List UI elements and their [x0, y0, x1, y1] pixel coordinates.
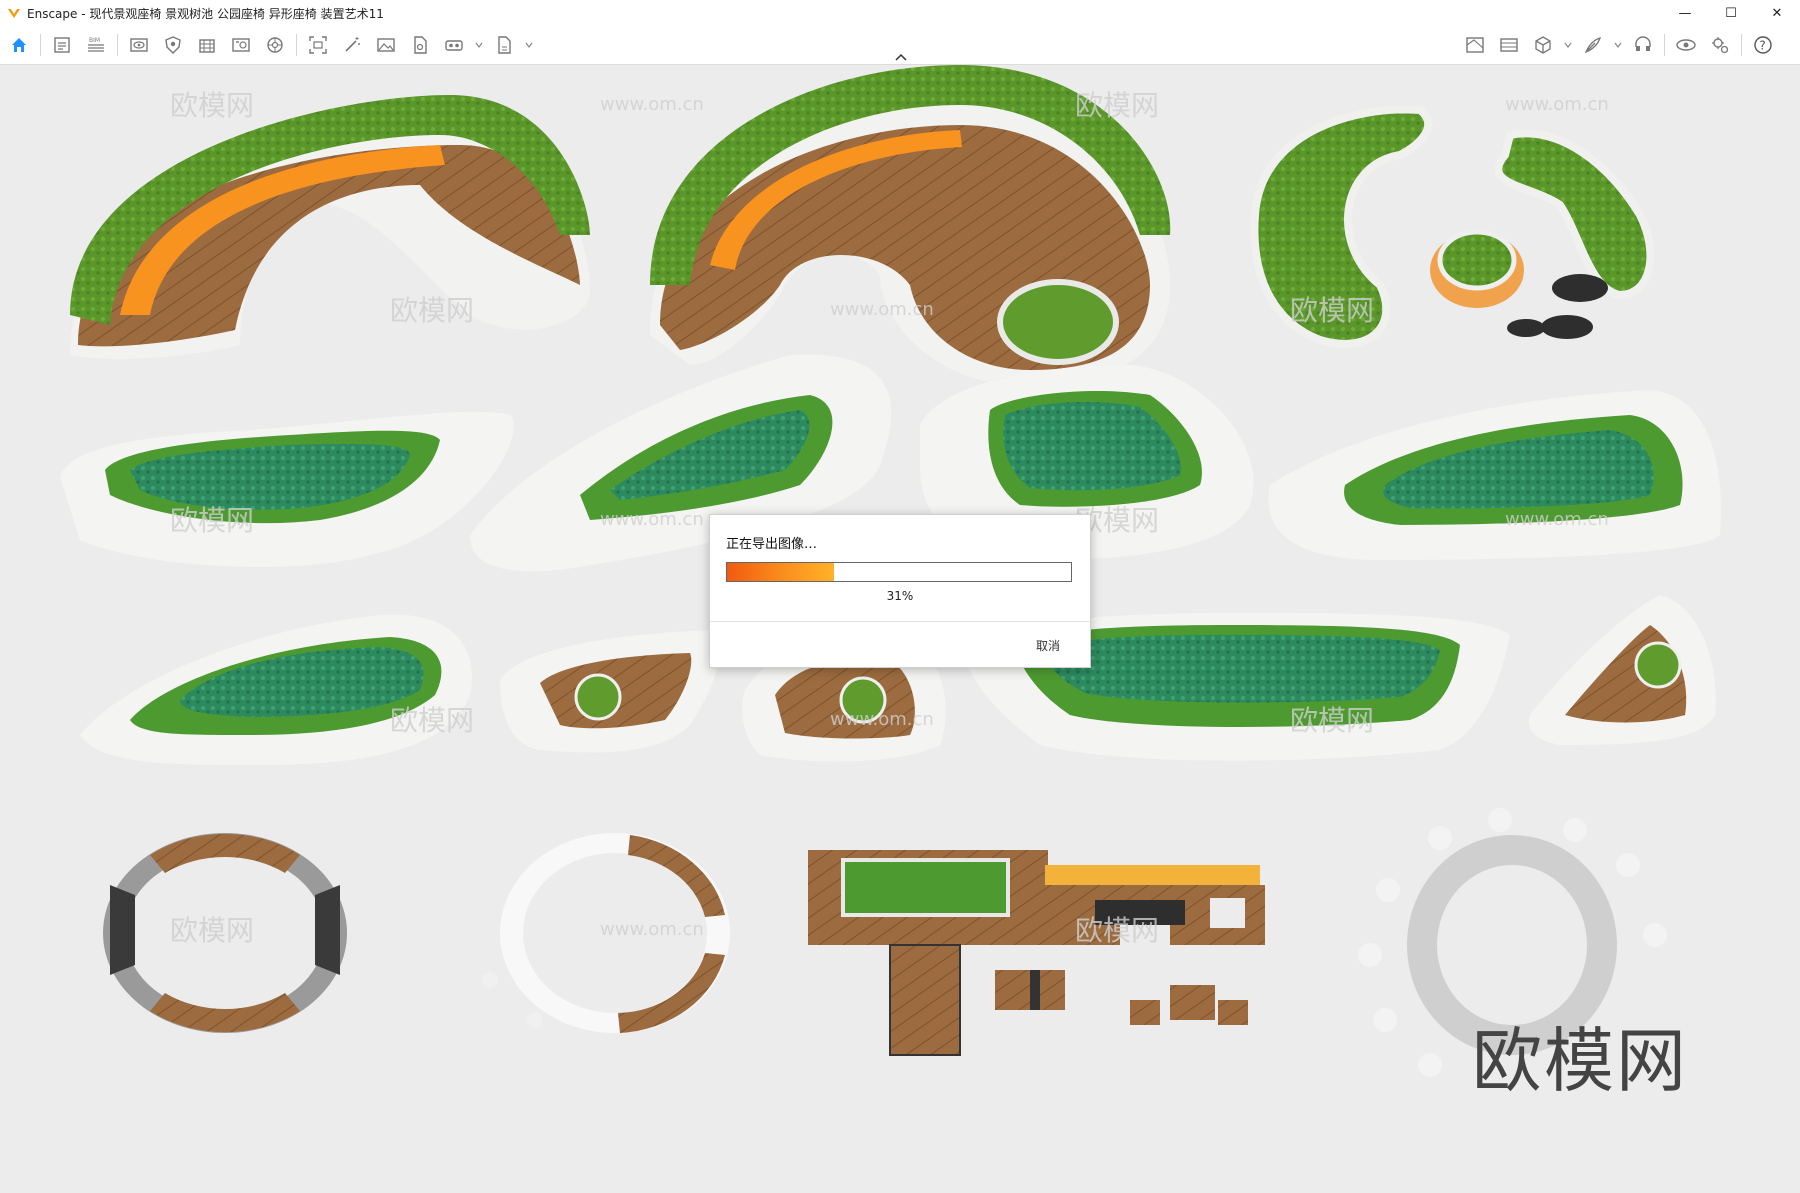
cancel-button[interactable]: 取消 [1036, 637, 1060, 654]
chevron-down-icon[interactable] [1610, 26, 1626, 64]
file-export-icon[interactable] [403, 26, 437, 64]
minimize-button[interactable]: — [1662, 0, 1708, 26]
window-controls: — ☐ ✕ [1662, 0, 1800, 26]
tree-pool-model [60, 411, 514, 567]
export-progress-dialog: 正在导出图像… 31% 取消 [709, 514, 1091, 668]
watermark-url: www.om.cn [830, 299, 934, 320]
vr-headset-icon[interactable] [437, 26, 471, 64]
settings-wheel-icon[interactable] [258, 26, 292, 64]
shield-icon[interactable] [156, 26, 190, 64]
watermark-text: 欧模网 [1075, 914, 1159, 947]
toolbar-separator [1664, 34, 1665, 56]
image-gallery-icon[interactable] [224, 26, 258, 64]
watermark-text: 欧模网 [170, 504, 254, 537]
watermark-url: www.om.cn [1505, 509, 1609, 530]
visibility-eye-icon[interactable] [1669, 26, 1703, 64]
progress-percent: 31% [886, 589, 914, 603]
bench-set-model [808, 850, 1265, 1056]
watermark-text: 欧模网 [170, 89, 254, 122]
headset-icon[interactable] [1626, 26, 1660, 64]
watermark-url: www.om.cn [600, 919, 704, 940]
feather-icon[interactable] [1576, 26, 1610, 64]
toolbar-separator [296, 34, 297, 56]
chevron-down-icon[interactable] [521, 26, 537, 64]
help-icon[interactable]: ? [1746, 26, 1780, 64]
tree-pool-model [80, 614, 472, 765]
watermark-url: www.om.cn [830, 709, 934, 730]
wood-bench-planter-model [500, 630, 721, 753]
svg-text:BIM: BIM [89, 37, 100, 44]
maximize-button[interactable]: ☐ [1708, 0, 1754, 26]
wood-bench-planter-model [1528, 595, 1716, 745]
capture-icon[interactable] [301, 26, 335, 64]
magic-wand-icon[interactable] [335, 26, 369, 64]
help-label: ? [1759, 39, 1765, 53]
chevron-down-icon[interactable] [471, 26, 487, 64]
building-icon[interactable] [190, 26, 224, 64]
document-icon[interactable] [45, 26, 79, 64]
dialog-title: 正在导出图像… [726, 537, 818, 552]
window-title: Enscape - 现代景观座椅 景观树池 公园座椅 异形座椅 装置艺术11 [27, 6, 384, 21]
bim-icon[interactable]: BIM [79, 26, 113, 64]
watermark-text: 欧模网 [1290, 294, 1374, 327]
export-doc-icon[interactable] [487, 26, 521, 64]
landscape-image-icon[interactable] [369, 26, 403, 64]
watermark-url: www.om.cn [600, 94, 704, 115]
close-button[interactable]: ✕ [1754, 0, 1800, 26]
watermark-text: 欧模网 [1075, 89, 1159, 122]
title-bar: Enscape - 现代景观座椅 景观树池 公园座椅 异形座椅 装置艺术11 —… [0, 0, 1800, 26]
toolbar-separator [40, 34, 41, 56]
watermark-text: 欧模网 [390, 704, 474, 737]
toolbar-separator [117, 34, 118, 56]
curved-bench-model [70, 95, 590, 360]
brand-watermark: 欧模网 [1472, 1020, 1688, 1102]
collapse-toolbar-caret-icon[interactable] [889, 50, 913, 64]
dialog-divider [710, 621, 1090, 622]
enscape-logo-icon [8, 9, 20, 18]
toolbar-right-group: ? [1458, 26, 1780, 64]
watermark-url: www.om.cn [1505, 94, 1609, 115]
watermark-text: 欧模网 [170, 914, 254, 947]
watermark-text: 欧模网 [390, 294, 474, 327]
home-icon[interactable] [2, 26, 36, 64]
eye-view-icon[interactable] [122, 26, 156, 64]
cube-icon[interactable] [1526, 26, 1560, 64]
tree-pool-model [1268, 390, 1721, 560]
toolbar-left-group: BIM [2, 26, 537, 64]
export-progress-bar [726, 562, 1072, 582]
panorama-icon[interactable] [1492, 26, 1526, 64]
gear-settings-icon[interactable] [1703, 26, 1737, 64]
map-icon[interactable] [1458, 26, 1492, 64]
progress-fill [727, 563, 834, 581]
chevron-down-icon[interactable] [1560, 26, 1576, 64]
watermark-url: www.om.cn [600, 509, 704, 530]
watermark-text: 欧模网 [1290, 704, 1374, 737]
toolbar-separator [1741, 34, 1742, 56]
